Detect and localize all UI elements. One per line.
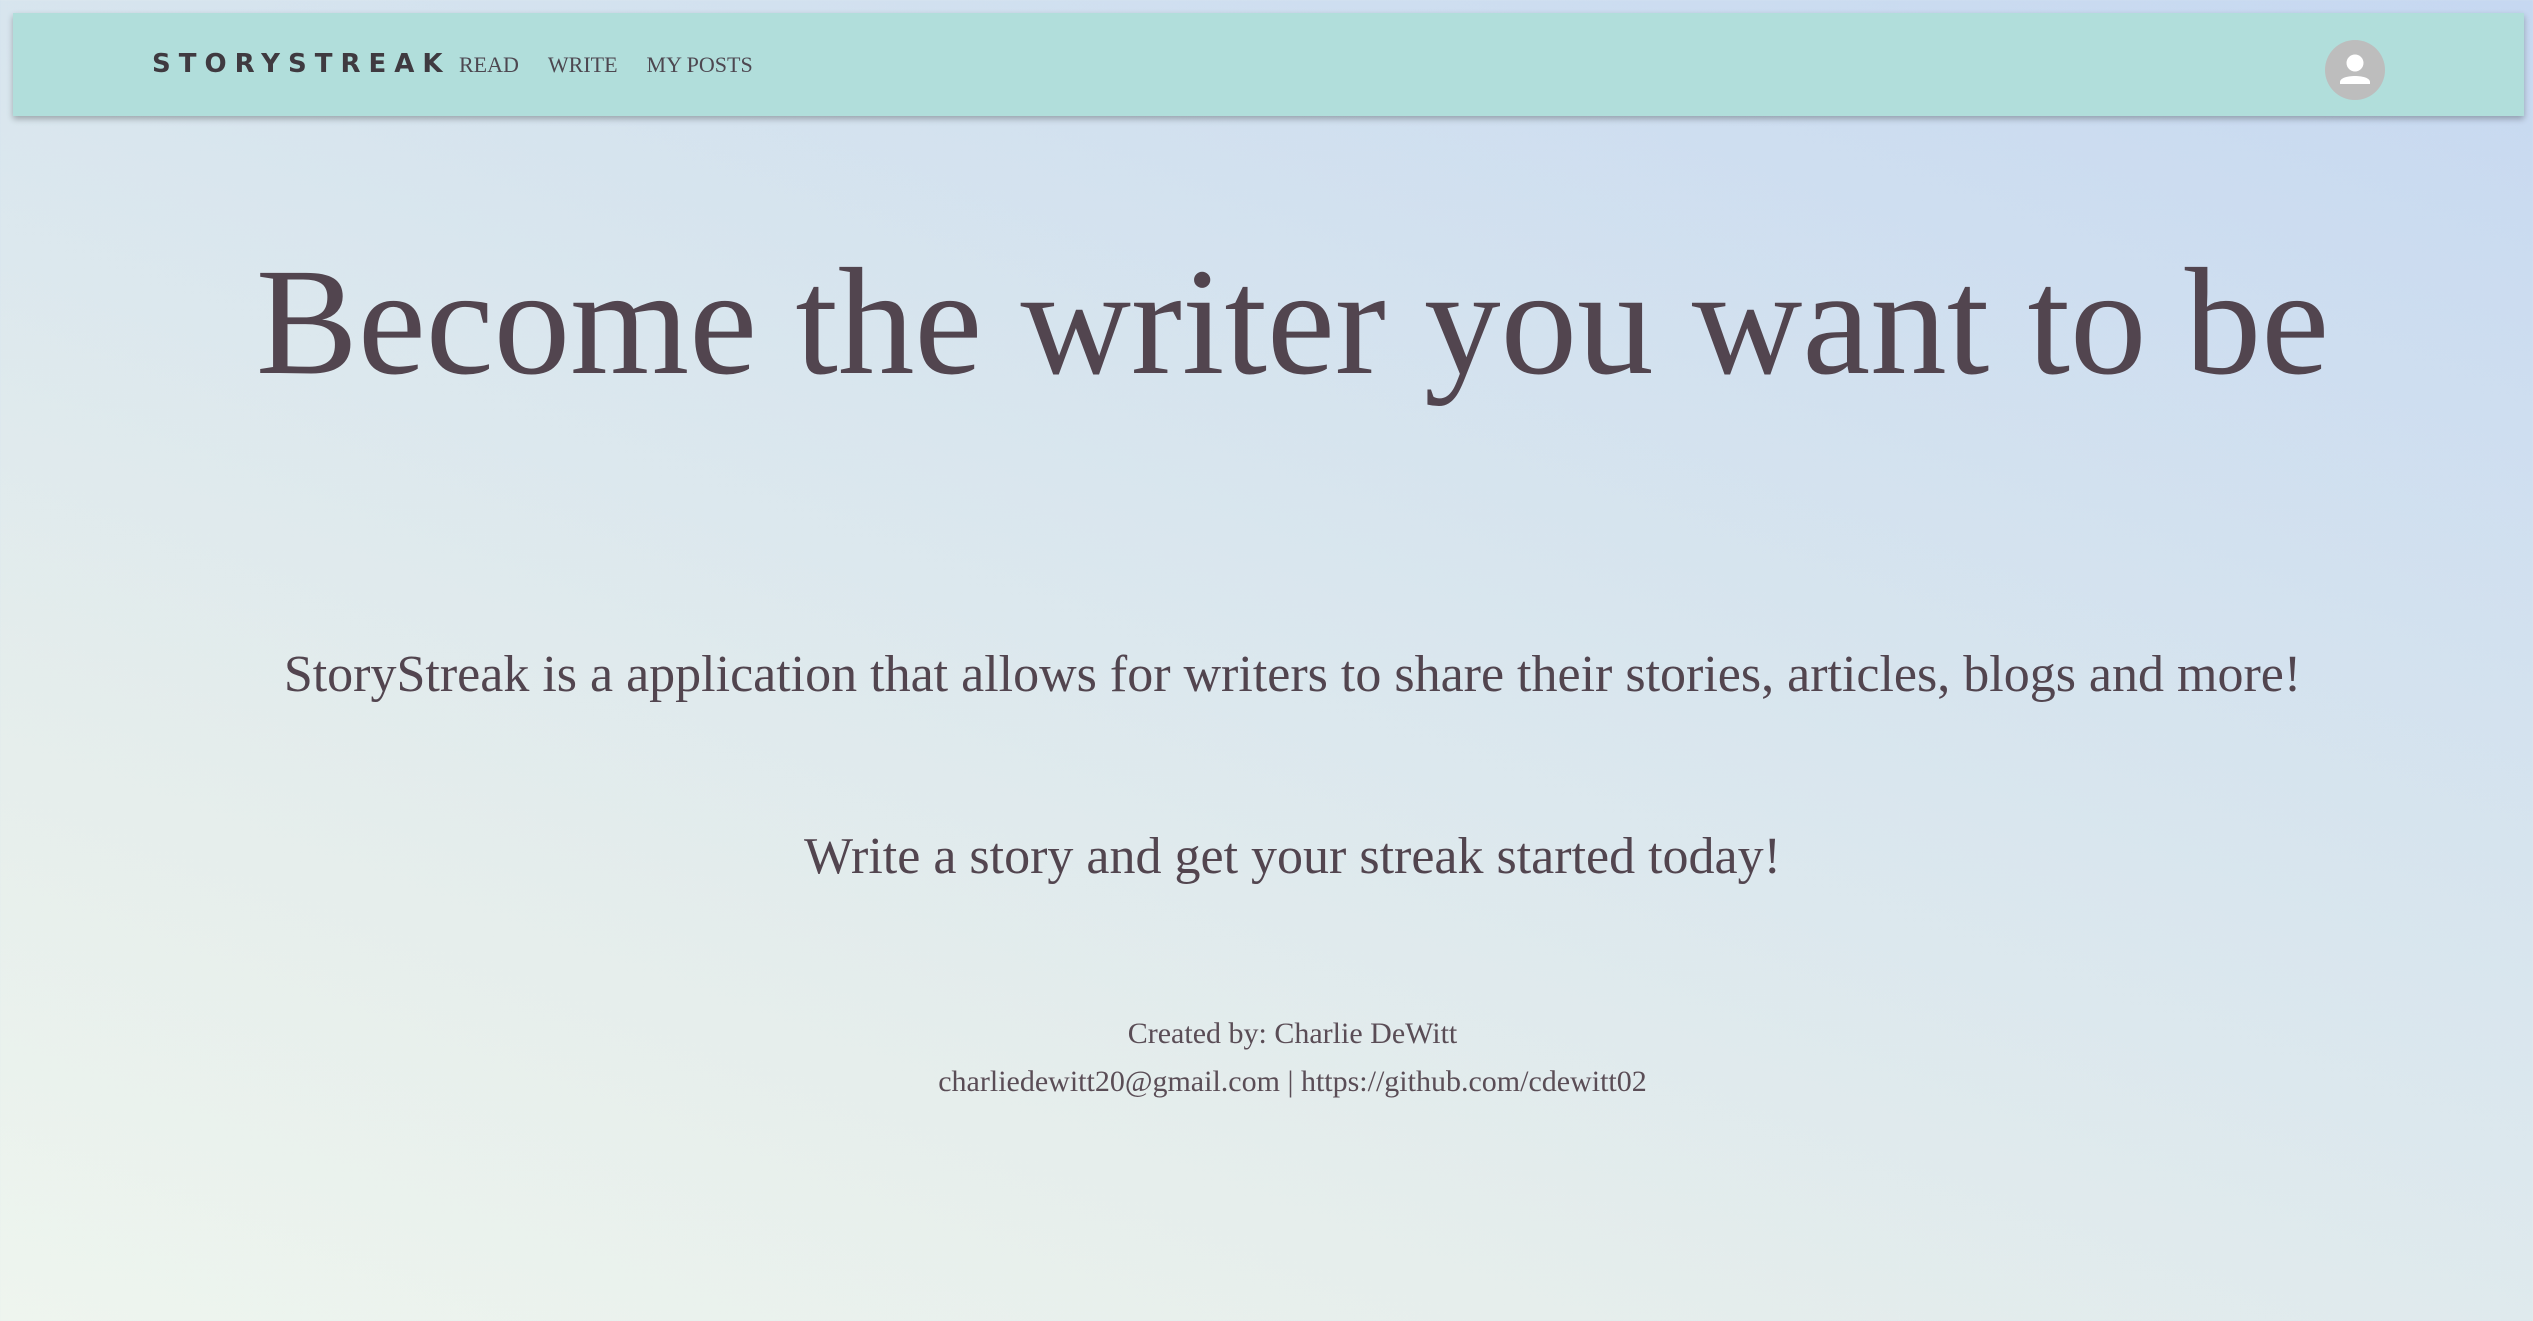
footer-separator: | (1287, 1065, 1294, 1098)
footer-email-link[interactable]: charliedewitt20@gmail.com (938, 1065, 1280, 1098)
footer-credit: Created by: Charlie DeWitt (1127, 1017, 1458, 1050)
brand-logo[interactable]: STORYSTREAK (152, 13, 451, 116)
hero-title: Become the writer you want to be (255, 238, 2330, 407)
footer-contact: charliedewitt20@gmail.com | https://gith… (0, 1058, 2533, 1106)
nav-link-write[interactable]: WRITE (544, 52, 622, 78)
call-to-action: Write a story and get your streak starte… (804, 828, 1781, 885)
footer-github-link[interactable]: https://github.com/cdewitt02 (1301, 1065, 1647, 1098)
user-avatar-button[interactable] (2325, 40, 2385, 100)
footer: Created by: Charlie DeWitt charliedewitt… (0, 1010, 2533, 1106)
nav-link-read[interactable]: READ (455, 52, 523, 78)
nav-link-my-posts[interactable]: MY POSTS (643, 52, 757, 78)
top-navbar: STORYSTREAK READ WRITE MY POSTS (13, 13, 2524, 116)
account-circle-icon (2340, 54, 2370, 84)
nav-links: READ WRITE MY POSTS (455, 13, 757, 116)
app-description: StoryStreak is a application that allows… (283, 646, 2302, 703)
